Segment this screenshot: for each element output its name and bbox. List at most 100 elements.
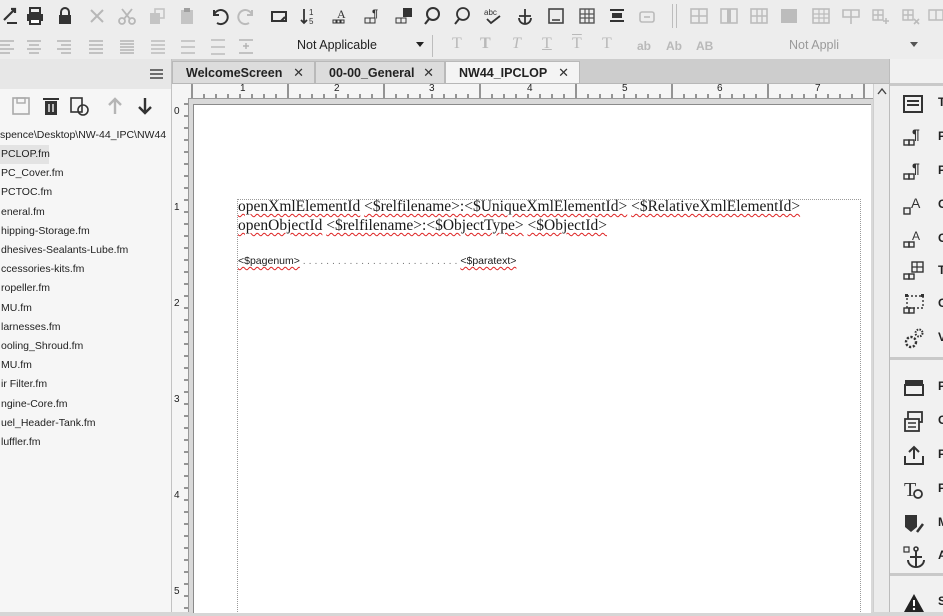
close-icon[interactable]: ✕ (423, 65, 434, 81)
print-icon[interactable] (24, 5, 46, 27)
panel-item-pages[interactable]: P (890, 371, 943, 401)
move-down-icon[interactable] (134, 95, 156, 117)
indent-icon[interactable] (236, 36, 256, 56)
vertical-ruler[interactable]: 0 1 2 3 4 5 (172, 98, 189, 612)
para-tag-icon[interactable]: ¶ (362, 5, 384, 27)
search-icon[interactable] (452, 5, 474, 27)
resync-icon[interactable] (0, 5, 22, 27)
table-insert-icon[interactable] (840, 5, 862, 27)
table-tag-icon[interactable] (393, 5, 415, 27)
doc-line-xml-element-id[interactable]: openXmlElementId <$relfilename>:<$Unique… (238, 198, 800, 216)
tab-general[interactable]: 00-00_General ✕ (315, 61, 445, 83)
underline-button[interactable]: T (542, 35, 552, 53)
bold-button[interactable]: T (480, 35, 491, 53)
tab-nw44-ipclop[interactable]: NW44_IPCLOP ✕ (445, 61, 580, 83)
panel-item-publish[interactable]: P (890, 439, 943, 469)
cut-icon[interactable] (116, 5, 138, 27)
line-spacing-double-icon[interactable] (178, 36, 198, 56)
book-file-item[interactable]: ropeller.fm (0, 279, 50, 298)
align-justify-icon[interactable] (86, 36, 106, 56)
doc-line-object-id[interactable]: openObjectId <$relfilename>:<$ObjectType… (238, 217, 607, 235)
paragraph-format-dropdown[interactable]: Not Applicable (262, 35, 428, 55)
book-file-item[interactable]: PC_Cover.fm (0, 164, 63, 183)
book-file-item[interactable]: PCTOC.fm (0, 183, 52, 202)
align-left-icon[interactable] (0, 36, 20, 56)
anchor-tool-icon[interactable] (514, 5, 536, 27)
table-row-icon[interactable] (748, 5, 770, 27)
panel-item-character-catalog[interactable]: A C (890, 189, 943, 219)
book-file-item[interactable]: ooling_Shroud.fm (0, 337, 83, 356)
panel-item-find[interactable]: T F (890, 473, 943, 503)
copy-icon[interactable] (146, 5, 168, 27)
table-select-icon[interactable] (778, 5, 800, 27)
book-file-item[interactable]: ngine-Core.fm (0, 395, 68, 414)
plain-text-button[interactable]: T (452, 35, 462, 53)
book-file-item[interactable]: uel_Header-Tank.fm (0, 414, 96, 433)
sort-icon[interactable]: 15 (298, 5, 320, 27)
character-format-dropdown[interactable]: Not Appli (730, 35, 926, 55)
font-a-icon[interactable]: A (330, 5, 352, 27)
lock-icon[interactable] (54, 5, 76, 27)
book-file-item[interactable]: luffler.fm (0, 433, 41, 452)
align-right-icon[interactable] (54, 36, 74, 56)
panel-item-table-catalog[interactable]: T (890, 255, 943, 285)
titlecase-button[interactable]: Ab (666, 39, 682, 53)
book-file-item[interactable]: MU.fm (0, 299, 32, 318)
tab-welcome-screen[interactable]: WelcomeScreen ✕ (172, 61, 315, 83)
close-icon[interactable]: ✕ (293, 65, 304, 81)
undo-icon[interactable] (208, 5, 230, 27)
panel-item-object-style[interactable]: O (890, 288, 943, 318)
book-file-item[interactable]: ir Filter.fm (0, 375, 47, 394)
line-spacing-single-icon[interactable] (117, 36, 137, 56)
italic-button[interactable]: T (512, 35, 521, 53)
panel-item-character-designer[interactable]: A C (890, 223, 943, 253)
redo-icon[interactable] (236, 5, 258, 27)
doc-toc-entry[interactable]: <$pagenum> . . . . . . . . . . . . . . .… (238, 255, 516, 267)
delete-x-icon[interactable] (86, 5, 108, 27)
book-file-item[interactable]: ccessories-kits.fm (0, 260, 84, 279)
find-replace-icon[interactable] (422, 5, 444, 27)
uppercase-button[interactable]: AB (696, 39, 713, 53)
horizontal-ruler[interactable]: 1 2 3 4 5 6 7 (189, 83, 873, 99)
panel-item-markers[interactable]: M (890, 507, 943, 537)
spellcheck-icon[interactable]: abc (482, 5, 504, 27)
book-file-item[interactable]: PCLOP.fm (0, 145, 50, 164)
scroll-up-icon[interactable] (877, 88, 887, 95)
panel-item-variables[interactable]: V (890, 322, 943, 352)
sync-icon[interactable] (636, 5, 658, 27)
panel-item-anchor[interactable]: A (890, 540, 943, 570)
table-remove-icon[interactable] (900, 5, 922, 27)
insert-row-icon[interactable] (606, 5, 628, 27)
table-more-icon[interactable] (926, 5, 943, 27)
panel-item-text-inset[interactable]: T (890, 87, 943, 117)
lowercase-button[interactable]: ab (637, 39, 651, 53)
close-icon[interactable]: ✕ (558, 65, 569, 81)
paste-icon[interactable] (176, 5, 198, 27)
save-icon[interactable] (10, 95, 32, 117)
table-cells-icon[interactable] (810, 5, 832, 27)
table-straddle-icon[interactable] (688, 5, 710, 27)
panel-item-content[interactable]: C (890, 405, 943, 435)
subscript-button[interactable]: T (602, 35, 612, 53)
line-spacing-icon[interactable] (148, 36, 168, 56)
book-file-item[interactable]: larnesses.fm (0, 318, 61, 337)
update-book-icon[interactable] (68, 95, 90, 117)
book-file-item[interactable]: hipping-Storage.fm (0, 222, 90, 241)
trash-icon[interactable] (40, 95, 62, 117)
book-file-item[interactable]: dhesives-Sealants-Lube.fm (0, 241, 128, 260)
table-grid-icon[interactable] (576, 5, 598, 27)
panel-item-paragraph-designer[interactable]: ¶ P (890, 155, 943, 185)
vertical-scrollbar[interactable] (873, 84, 890, 612)
table-add-icon[interactable] (870, 5, 892, 27)
align-center-icon[interactable] (24, 36, 44, 56)
superscript-button[interactable]: T (572, 35, 582, 53)
move-up-icon[interactable] (104, 95, 126, 117)
panel-item-paragraph-catalog[interactable]: ¶ P (890, 121, 943, 151)
table-col-icon[interactable] (718, 5, 740, 27)
repeat-icon[interactable] (268, 5, 290, 27)
book-file-item[interactable]: MU.fm (0, 356, 32, 375)
book-file-item[interactable]: eneral.fm (0, 203, 45, 222)
line-spacing-wide-icon[interactable] (208, 36, 228, 56)
panel-menu-icon[interactable] (150, 69, 163, 79)
page-icon[interactable] (545, 5, 567, 27)
